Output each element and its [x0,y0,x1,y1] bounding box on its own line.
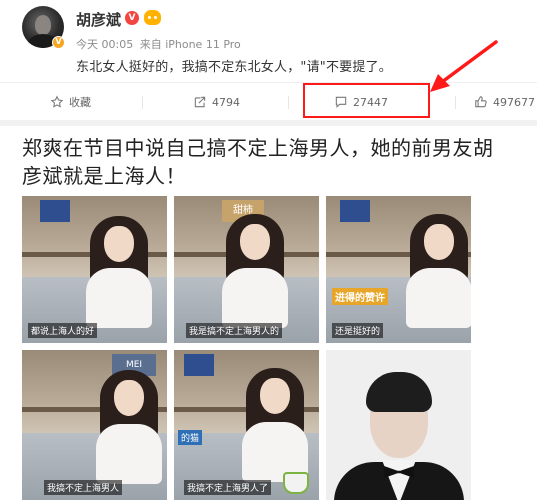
article: 郑爽在节目中说自己搞不定上海男人，她的前男友胡彦斌就是上海人！ 都说上海人的好 … [0,126,537,500]
person-face [114,380,144,416]
username[interactable]: 胡彦斌 [76,9,121,30]
person-clothing [86,268,152,328]
photo-caption: 我搞不定上海男人了 [184,480,272,495]
favorite-label: 收藏 [69,96,91,109]
person-face [260,378,290,414]
photo-sign [184,354,214,376]
avatar-face [35,15,51,35]
share-icon [194,96,206,108]
verified-badge: V [52,36,65,49]
photo-overlay-text: 进得的赞许 [332,288,388,305]
person-clothing [222,268,288,328]
fan-badge-icon[interactable] [144,10,161,25]
post-meta: 今天 00:05 来自 iPhone 11 Pro [76,36,241,52]
photo-2[interactable]: 甜柿 我是搞不定上海男人的 [174,196,319,343]
post-source[interactable]: 来自 iPhone 11 Pro [140,38,241,51]
action-divider [288,96,289,109]
photo-4[interactable]: MEI 我搞不定上海男人 [22,350,167,500]
red-arrow-icon [430,40,498,92]
photo-sign [40,200,70,222]
share-button[interactable]: 4794 [193,83,240,121]
star-icon [50,95,64,108]
photo-6-portrait[interactable] [326,350,471,500]
photo-caption: 都说上海人的好 [28,323,98,338]
person-face [104,226,134,262]
post-text: 东北女人挺好的，我搞不定东北女人，"请"不要提了。 [76,60,392,75]
comment-highlight-box [303,83,430,118]
vip-badge-icon[interactable]: V [125,11,139,25]
photo-overlay-text: 的猫 [178,430,203,445]
photo-sign [340,200,370,222]
cup-prop [283,472,309,494]
share-count: 4794 [212,95,240,109]
favorite-button[interactable]: 收藏 [50,83,91,121]
photo-5[interactable]: 的猫 我搞不定上海男人了 [174,350,319,500]
photo-caption: 还是挺好的 [332,323,384,338]
article-headline: 郑爽在节目中说自己搞不定上海男人，她的前男友胡彦斌就是上海人！ [22,136,494,188]
post-time: 今天 00:05 [76,38,134,51]
photo-caption: 我搞不定上海男人 [44,480,123,495]
person-clothing [96,424,162,484]
photo-1[interactable]: 都说上海人的好 [22,196,167,343]
photo-caption: 我是搞不定上海男人的 [186,323,283,338]
photo-3[interactable]: 进得的赞许 还是挺好的 [326,196,471,343]
weibo-post: V 胡彦斌 V 今天 00:05 来自 iPhone 11 Pro 东北女人挺好… [0,0,537,122]
person-face [424,224,454,260]
person-clothing [406,268,471,328]
portrait-hair [366,372,432,412]
action-divider [142,96,143,109]
person-face [240,224,270,260]
